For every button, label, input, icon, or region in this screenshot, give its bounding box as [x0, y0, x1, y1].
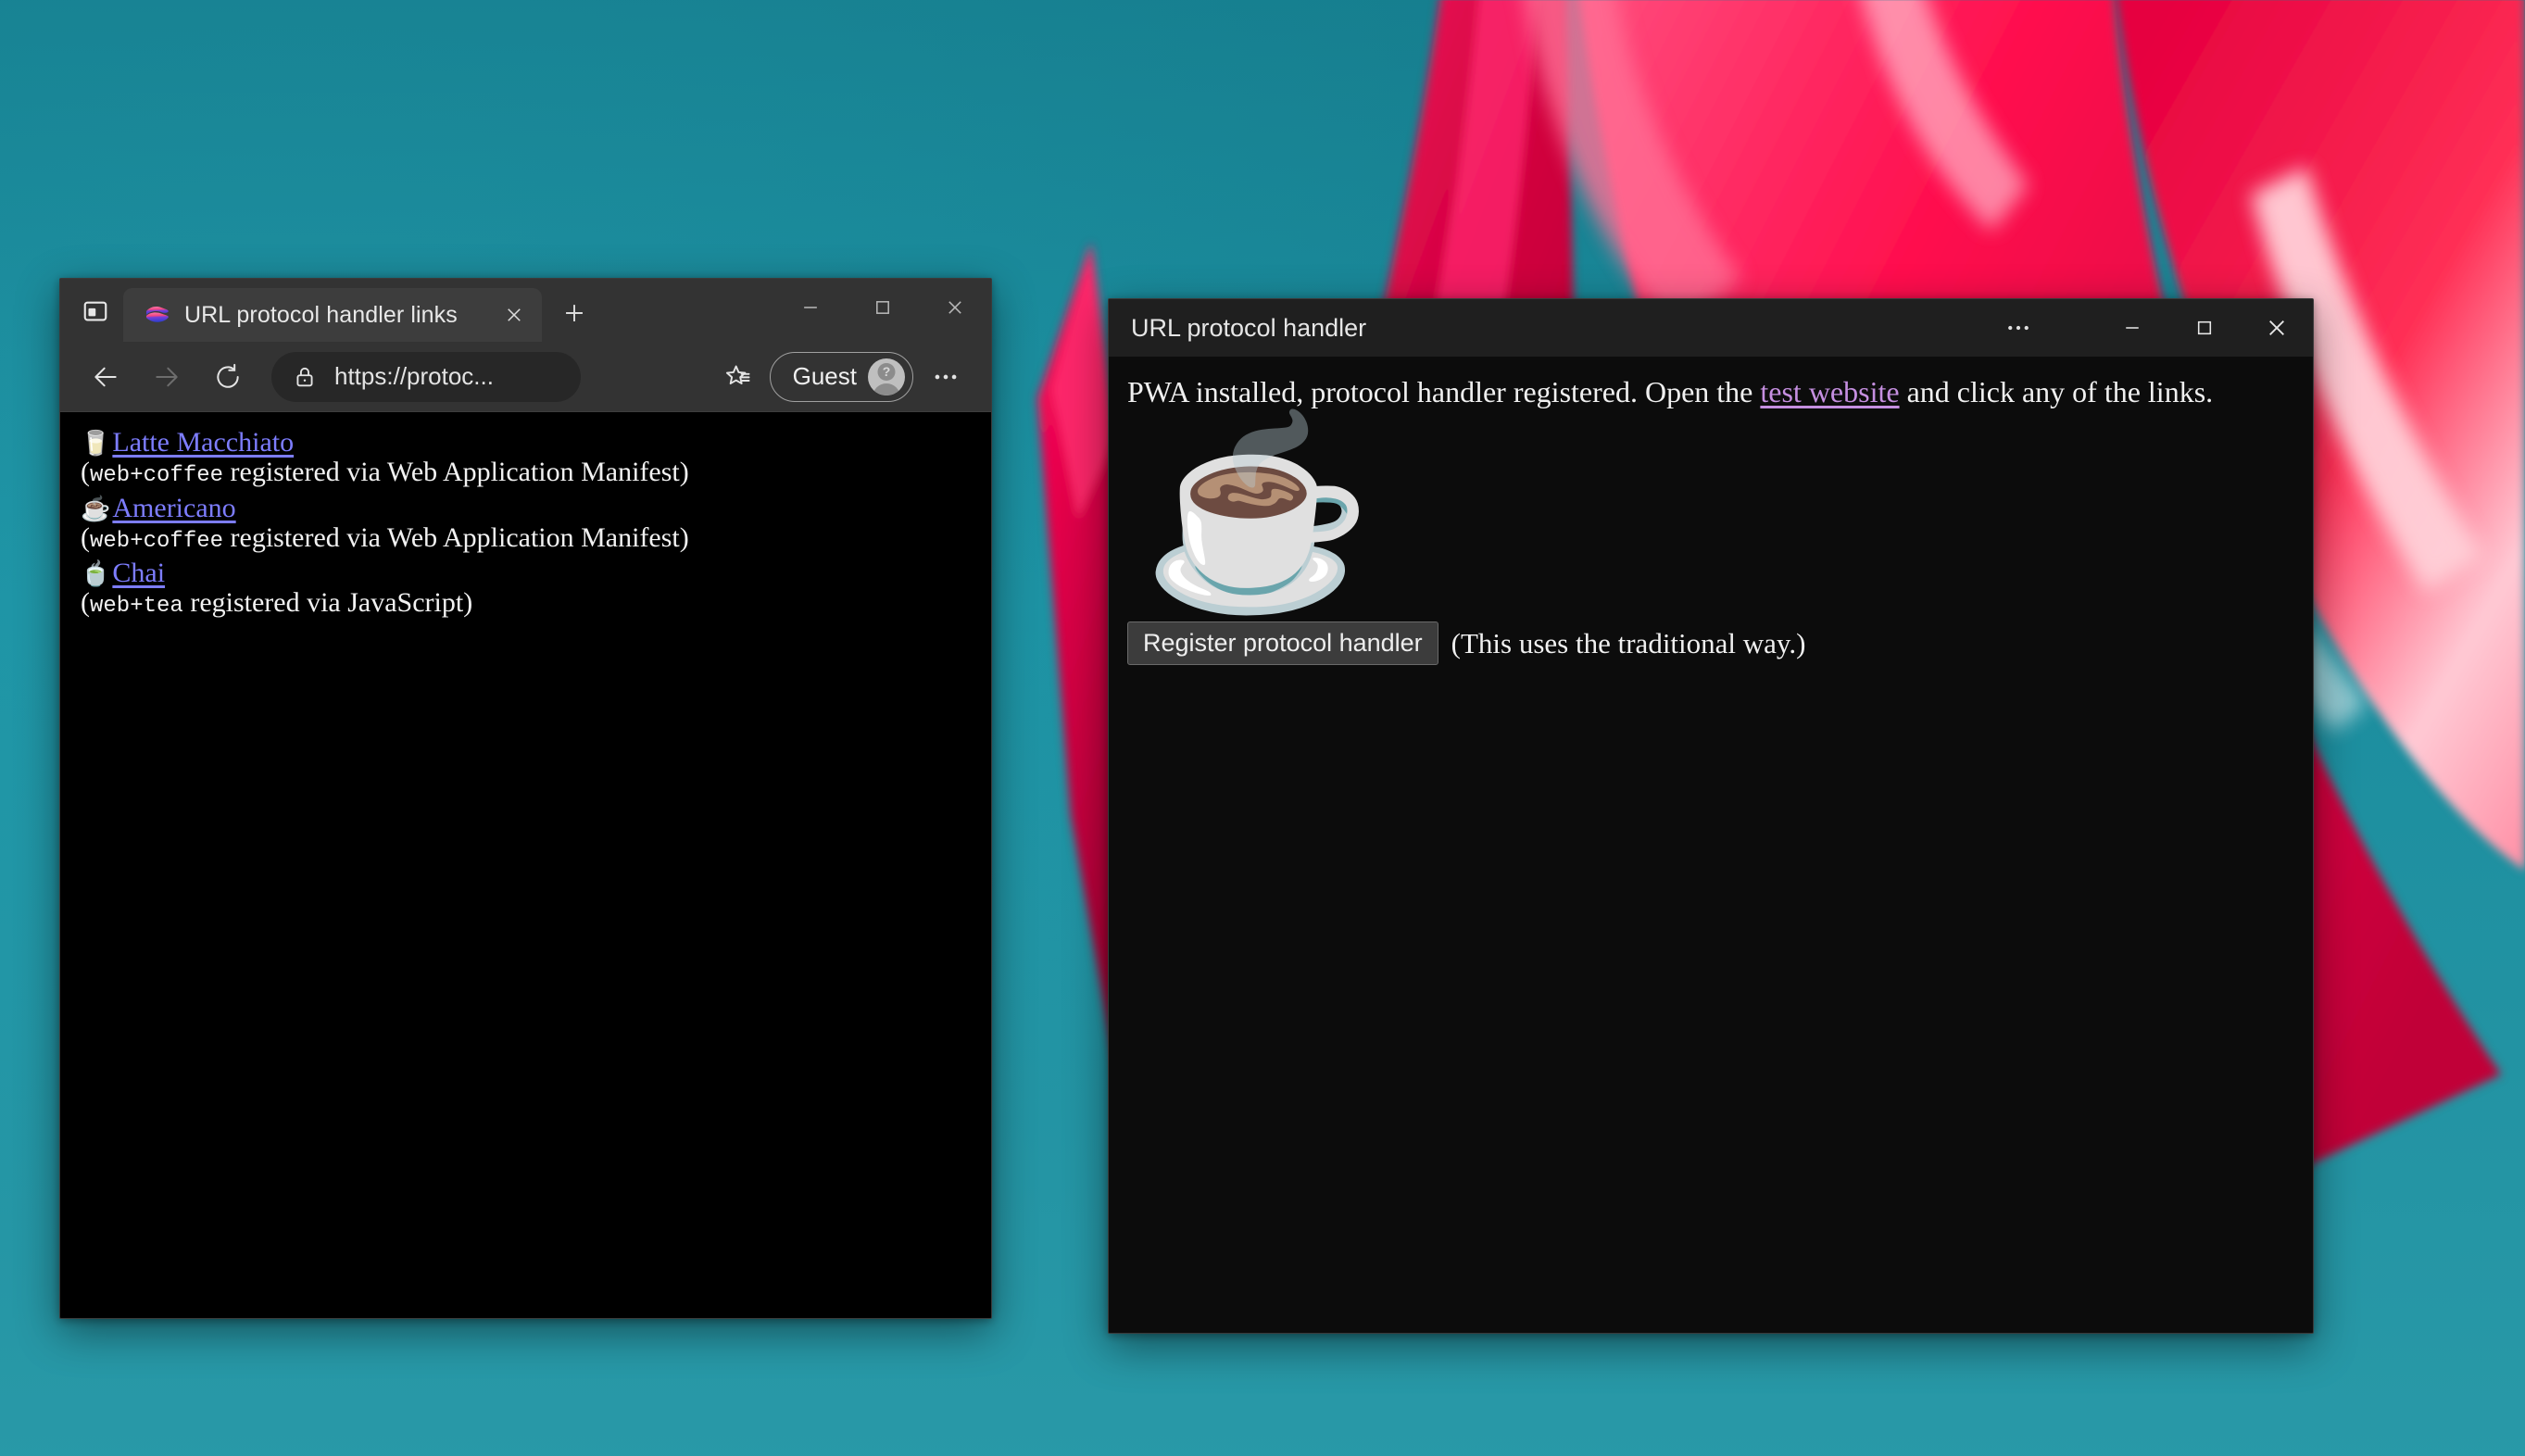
lock-icon — [292, 364, 318, 390]
avatar-glyph: ? — [877, 362, 896, 381]
glass-of-milk-emoji: 🥛 — [81, 429, 111, 457]
intro-after-link: and click any of the links. — [1899, 375, 2214, 408]
refresh-button[interactable] — [199, 348, 257, 406]
link-chai[interactable]: Chai — [112, 559, 165, 587]
hot-beverage-emoji: ☕ — [81, 494, 111, 522]
pwa-window-controls — [1978, 299, 2313, 357]
browser-toolbar: https://protoc... Guest ? — [60, 342, 991, 412]
address-input[interactable]: https://protoc... — [334, 362, 494, 391]
desc-open-paren: ( — [81, 521, 90, 553]
protocol-link-row[interactable]: 🥛 Latte Macchiato — [81, 429, 991, 457]
close-button[interactable] — [919, 279, 991, 336]
tab-actions-icon[interactable] — [69, 287, 121, 335]
protocol-desc-row: (web+coffee registered via Web Applicati… — [81, 522, 991, 555]
favorites-star-icon[interactable] — [709, 348, 766, 406]
forward-button[interactable] — [138, 348, 195, 406]
pwa-window[interactable]: URL protocol handler PWA installed, prot… — [1108, 298, 2314, 1334]
intro-before-link: PWA installed, protocol handler register… — [1127, 375, 1761, 408]
pwa-menu-ellipsis-icon[interactable] — [1978, 299, 2059, 357]
browser-window-controls — [774, 279, 991, 336]
pwa-close-button[interactable] — [2241, 299, 2313, 357]
scheme-web-tea: web+tea — [90, 594, 183, 620]
tab-close-icon[interactable] — [496, 296, 533, 333]
test-website-link[interactable]: test website — [1760, 375, 1899, 408]
avatar: ? — [868, 358, 905, 395]
hot-beverage-emoji: ☕ — [1142, 410, 1374, 617]
link-latte-macchiato[interactable]: Latte Macchiato — [112, 429, 294, 457]
protocol-desc-row: (web+tea registered via JavaScript) — [81, 587, 991, 620]
desc-text-2: registered via Web Application Manifest) — [223, 521, 689, 553]
desc-text-3: registered via JavaScript) — [182, 587, 473, 619]
browser-tab[interactable]: URL protocol handler links — [123, 288, 542, 342]
back-button[interactable] — [77, 348, 134, 406]
pwa-body: PWA installed, protocol handler register… — [1109, 357, 2313, 1333]
tab-title: URL protocol handler links — [184, 301, 458, 328]
profile-button[interactable]: Guest ? — [769, 351, 913, 402]
toolbar-right-group: Guest ? — [709, 348, 974, 406]
maximize-button[interactable] — [847, 279, 919, 336]
edge-browser-window[interactable]: URL protocol handler links https://proto… — [59, 278, 992, 1319]
pwa-actions-row: Register protocol handler (This uses the… — [1127, 621, 2294, 665]
pwa-maximize-button[interactable] — [2168, 299, 2241, 357]
protocol-desc-row: (web+coffee registered via Web Applicati… — [81, 457, 991, 489]
scheme-web-coffee-2: web+coffee — [90, 528, 224, 554]
new-tab-icon[interactable] — [553, 292, 596, 334]
minimize-button[interactable] — [774, 279, 847, 336]
address-bar[interactable]: https://protoc... — [271, 351, 581, 402]
browser-page-content: 🥛 Latte Macchiato (web+coffee registered… — [60, 412, 991, 1318]
protocol-link-row[interactable]: 🍵 Chai — [81, 559, 991, 587]
browser-settings-ellipsis-icon[interactable] — [917, 348, 974, 406]
scheme-web-coffee-1: web+coffee — [90, 463, 224, 488]
pwa-intro-text: PWA installed, protocol handler register… — [1127, 373, 2294, 410]
protocol-link-row[interactable]: ☕ Americano — [81, 494, 991, 522]
teacup-without-handle-emoji: 🍵 — [81, 559, 111, 588]
desc-open-paren: ( — [81, 457, 90, 487]
browser-tab-strip: URL protocol handler links — [60, 279, 991, 342]
desc-open-paren: ( — [81, 587, 90, 619]
pwa-title: URL protocol handler — [1131, 313, 1367, 342]
link-americano[interactable]: Americano — [112, 494, 235, 522]
pwa-title-bar: URL protocol handler — [1109, 299, 2313, 357]
pwa-minimize-button[interactable] — [2096, 299, 2168, 357]
register-protocol-handler-button[interactable]: Register protocol handler — [1127, 621, 1438, 665]
desc-text-1: registered via Web Application Manifest) — [223, 457, 689, 487]
avatar-body — [873, 383, 900, 395]
register-note: (This uses the traditional way.) — [1451, 626, 1806, 659]
profile-label: Guest — [792, 362, 857, 390]
tab-favicon-icon — [144, 301, 171, 329]
